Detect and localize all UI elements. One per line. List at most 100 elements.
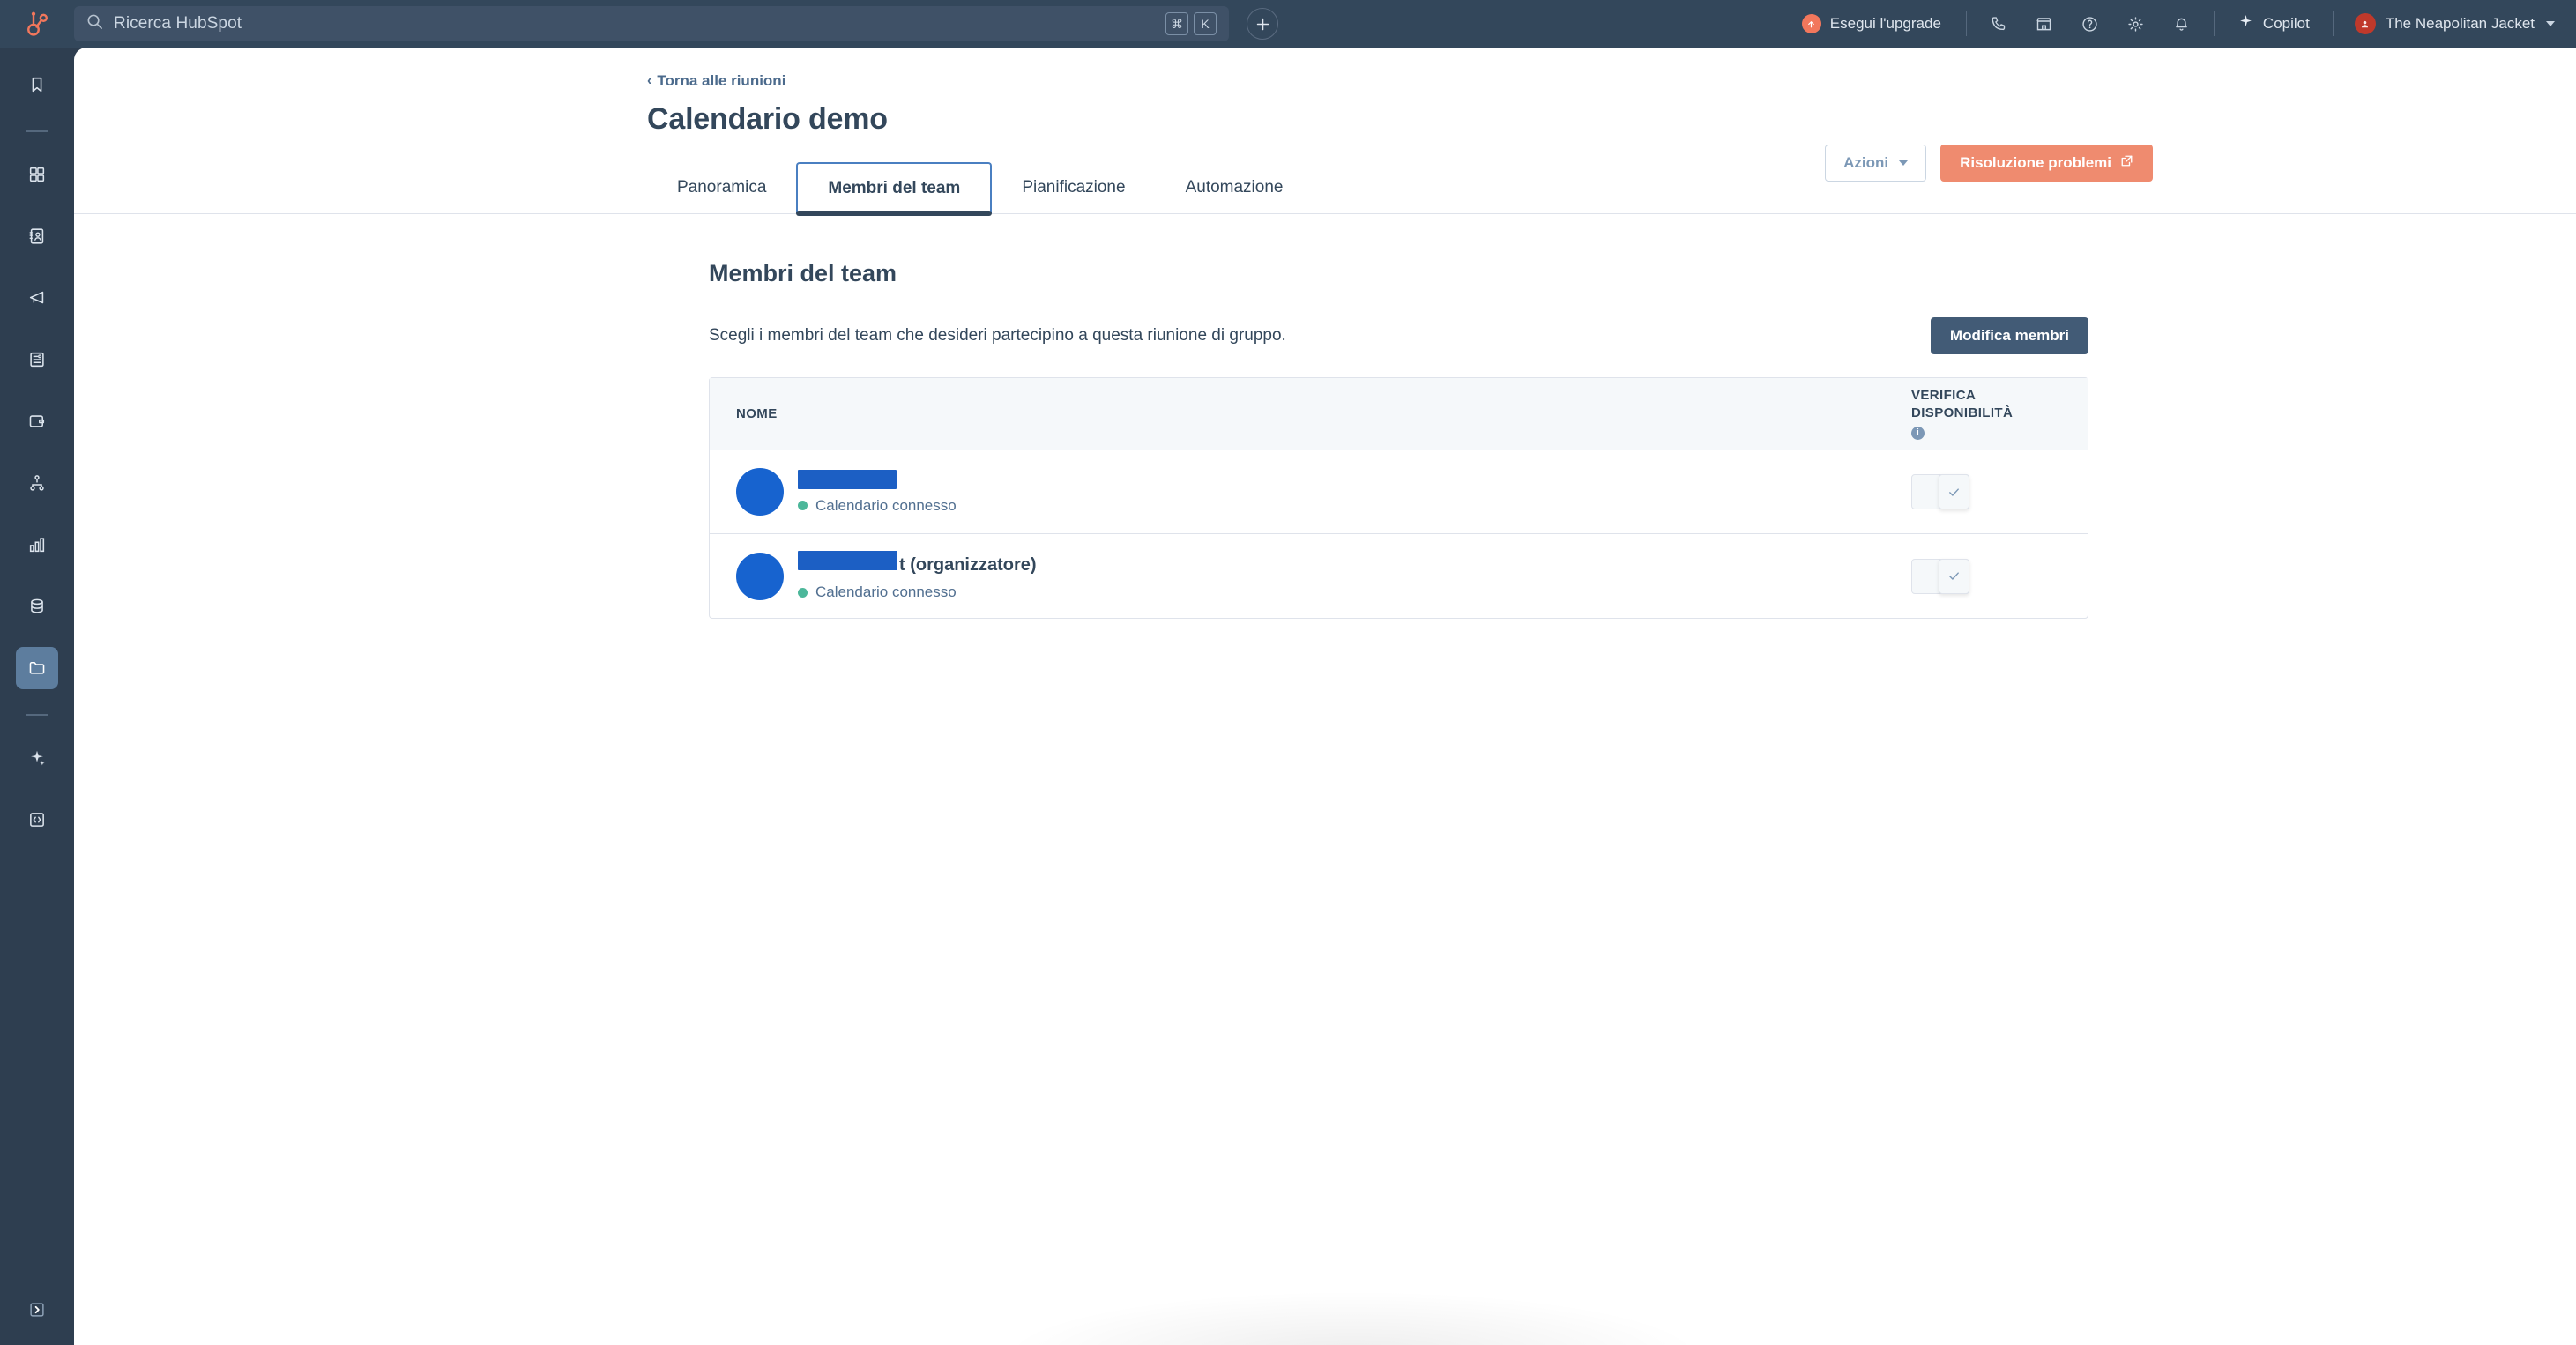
sidebar-divider: [26, 714, 48, 716]
tab-label: Membri del team: [828, 179, 961, 197]
sidebar-item-developer[interactable]: [16, 799, 58, 841]
search-input[interactable]: Ricerca HubSpot ⌘ K: [74, 6, 1229, 41]
member-name-suffix: t (organizzatore): [899, 555, 1037, 575]
copilot-button[interactable]: Copilot: [2223, 13, 2324, 34]
sidebar-item-automations[interactable]: [16, 462, 58, 504]
redacted-name: [798, 469, 897, 489]
status-dot-icon: [798, 501, 808, 510]
tab-pianificazione[interactable]: Pianificazione: [992, 162, 1155, 213]
chevron-down-icon: [2546, 21, 2555, 26]
bottom-shadow-overlay: [1000, 1290, 1705, 1345]
left-sidebar-rail: [0, 48, 74, 1345]
section-description-row: Scegli i membri del team che desideri pa…: [709, 317, 2088, 354]
sidebar-item-content[interactable]: [16, 338, 58, 381]
check-icon: [1949, 572, 1959, 580]
marketplace-icon[interactable]: [2021, 6, 2067, 41]
account-name: The Neapolitan Jacket: [2385, 15, 2535, 32]
redacted-name: [798, 551, 897, 570]
column-header-line2: DISPONIBILITÀ: [1911, 405, 2014, 421]
avatar: [736, 552, 784, 600]
upgrade-button[interactable]: Esegui l'upgrade: [1786, 14, 1957, 33]
team-members-table: NOME VERIFICA DISPONIBILITÀ i Calendario…: [709, 377, 2088, 619]
cell-name: t (organizzatore) Calendario connesso: [710, 551, 1911, 601]
toggle-knob: [1939, 558, 1969, 594]
team-members-panel: Membri del team Scegli i membri del team…: [74, 214, 2576, 619]
info-icon[interactable]: i: [1911, 426, 1925, 440]
modifica-membri-label: Modifica membri: [1949, 327, 2069, 344]
sidebar-item-data-management[interactable]: [16, 585, 58, 628]
copilot-label: Copilot: [2262, 15, 2310, 32]
column-header-nome: NOME: [736, 406, 778, 421]
tab-label: Automazione: [1185, 178, 1284, 197]
page-title: Calendario demo: [647, 102, 888, 136]
sidebar-item-bookmarks[interactable]: [16, 63, 58, 106]
help-icon[interactable]: [2067, 6, 2113, 41]
section-title: Membri del team: [709, 260, 897, 286]
member-info: t (organizzatore) Calendario connesso: [798, 551, 1037, 601]
tab-label: Pianificazione: [1022, 178, 1126, 197]
breadcrumb-label: Torna alle riunioni: [657, 72, 786, 89]
tab-automazione[interactable]: Automazione: [1156, 162, 1314, 213]
member-name-line: t (organizzatore): [798, 551, 1037, 576]
page-tabs: Panoramica Membri del team Pianificazion…: [74, 160, 2576, 216]
check-icon: [1949, 487, 1959, 496]
divider: [1965, 11, 1967, 36]
cell-availability: [1911, 558, 2088, 594]
main-content-area: ‹ Torna alle riunioni Calendario demo Az…: [74, 48, 2576, 1345]
cell-availability: [1911, 474, 2088, 509]
member-info: Calendario connesso: [798, 469, 957, 515]
table-header-row: NOME VERIFICA DISPONIBILITÀ i: [710, 378, 2088, 450]
chevron-left-icon: ‹: [647, 73, 652, 88]
availability-toggle[interactable]: [1911, 474, 1969, 509]
status-label: Calendario connesso: [815, 496, 957, 514]
sidebar-footer: [0, 1289, 74, 1331]
sidebar-item-ai[interactable]: [16, 737, 58, 779]
kbd-command: ⌘: [1165, 12, 1188, 35]
sidebar-item-commerce[interactable]: [16, 400, 58, 442]
sparkle-icon: [2237, 13, 2254, 34]
page-header: ‹ Torna alle riunioni Calendario demo Az…: [74, 48, 2576, 216]
table-row: Calendario connesso: [710, 450, 2088, 534]
table-row: t (organizzatore) Calendario connesso: [710, 534, 2088, 618]
sidebar-item-marketing[interactable]: [16, 277, 58, 319]
sidebar-item-library[interactable]: [16, 647, 58, 689]
create-new-button[interactable]: [1247, 8, 1278, 40]
notifications-bell-icon[interactable]: [2159, 6, 2205, 41]
account-menu[interactable]: The Neapolitan Jacket: [2342, 13, 2555, 34]
upgrade-arrow-icon: [1801, 14, 1821, 33]
tab-panoramica[interactable]: Panoramica: [647, 162, 796, 213]
cell-name: Calendario connesso: [710, 468, 1911, 516]
sidebar-item-reporting[interactable]: [16, 524, 58, 566]
sidebar-item-crm-contacts[interactable]: [16, 215, 58, 257]
member-name-line: [798, 469, 957, 489]
column-header-line1: VERIFICA: [1911, 388, 1977, 404]
phone-icon[interactable]: [1976, 6, 2021, 41]
status-label: Calendario connesso: [815, 583, 957, 600]
hubspot-sprocket-icon[interactable]: [0, 10, 74, 38]
upgrade-label: Esegui l'upgrade: [1829, 15, 1941, 32]
top-navigation-bar: Ricerca HubSpot ⌘ K Esegui l'upgrade Cop…: [0, 0, 2576, 48]
sidebar-collapse-toggle[interactable]: [16, 1289, 58, 1331]
breadcrumb-back-link[interactable]: ‹ Torna alle riunioni: [647, 72, 785, 90]
sidebar-divider: [26, 130, 48, 132]
divider: [2213, 11, 2215, 36]
account-avatar: [2354, 13, 2376, 34]
avatar: [736, 468, 784, 516]
search-shortcut-hint: ⌘ K: [1165, 12, 1217, 35]
status-dot-icon: [798, 587, 808, 598]
modifica-membri-button[interactable]: Modifica membri: [1930, 317, 2088, 354]
section-description: Scegli i membri del team che desideri pa…: [709, 326, 1286, 345]
tab-membri-del-team[interactable]: Membri del team: [796, 162, 993, 216]
settings-gear-icon[interactable]: [2113, 6, 2159, 41]
column-header-verifica-disponibilita: VERIFICA DISPONIBILITÀ i: [1911, 387, 2088, 441]
search-placeholder: Ricerca HubSpot: [114, 14, 242, 33]
tab-label: Panoramica: [677, 178, 767, 197]
calendar-status: Calendario connesso: [798, 497, 957, 515]
kbd-k: K: [1194, 12, 1217, 35]
sidebar-item-workspaces[interactable]: [16, 153, 58, 196]
divider: [2332, 11, 2334, 36]
top-bar-right-cluster: Esegui l'upgrade Copilot The Neapolitan …: [1786, 0, 2576, 48]
calendar-status: Calendario connesso: [798, 583, 1037, 601]
availability-toggle[interactable]: [1911, 558, 1969, 594]
search-icon: [86, 13, 103, 34]
